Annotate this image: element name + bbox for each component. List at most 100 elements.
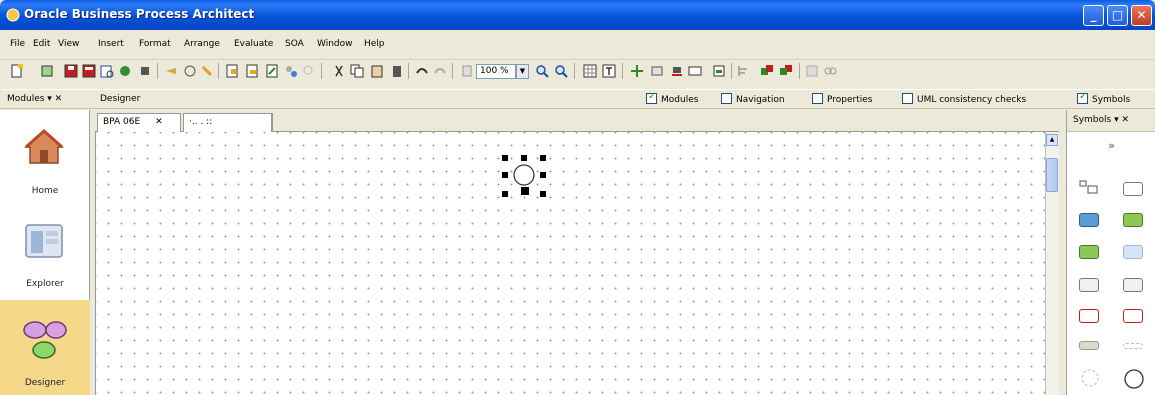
tab-close-icon[interactable]: ✕ <box>155 117 163 127</box>
font-icon[interactable] <box>670 64 684 78</box>
checkbox-navigation-box[interactable] <box>721 93 732 104</box>
house-icon <box>24 128 64 164</box>
menu-insert[interactable]: Insert <box>98 39 124 49</box>
module-explorer[interactable]: Explorer <box>0 205 90 300</box>
menu-view[interactable]: View <box>58 39 79 49</box>
symbol-red-subprocess[interactable] <box>1123 309 1143 323</box>
module-home-label: Home <box>31 186 59 196</box>
scroll-thumb[interactable] <box>1046 158 1058 192</box>
assignment-icon[interactable] <box>284 64 298 78</box>
align-icon[interactable] <box>650 64 664 78</box>
insert-occurrence-icon[interactable] <box>245 64 259 78</box>
menu-edit[interactable]: Edit <box>33 39 50 49</box>
scroll-up-arrow[interactable]: ▲ <box>1046 134 1058 146</box>
fill-color-icon[interactable] <box>688 64 702 78</box>
find-icon[interactable] <box>138 64 152 78</box>
symbol-start-event-icon[interactable] <box>1080 368 1100 388</box>
minimize-button[interactable]: _ <box>1083 5 1104 26</box>
bring-front-icon[interactable] <box>760 64 774 78</box>
checkbox-symbols[interactable]: Symbols <box>1077 91 1130 105</box>
symbol-light-blue-task[interactable] <box>1123 245 1143 259</box>
tab-dots: ·.. . :: <box>189 117 213 127</box>
menu-bar: File Edit View Insert Format Arrange Eva… <box>0 30 1155 60</box>
maximize-button[interactable]: □ <box>1107 5 1128 26</box>
designer-canvas[interactable] <box>95 132 1045 395</box>
checkbox-modules-box[interactable] <box>646 91 657 104</box>
insert-object-icon[interactable] <box>225 64 239 78</box>
search-icon[interactable] <box>302 64 316 78</box>
designer-title: Designer <box>100 94 141 104</box>
menu-file[interactable]: File <box>10 39 25 49</box>
menu-soa[interactable]: SOA <box>285 39 304 49</box>
checkbox-uml-consistency[interactable]: UML consistency checks <box>902 93 1026 105</box>
save-all-icon[interactable] <box>82 64 96 78</box>
new-model-icon[interactable] <box>40 64 54 78</box>
symbols-pane-header: Symbols ▾ ✕ <box>1067 110 1155 132</box>
align-left-icon[interactable] <box>737 64 751 78</box>
checkbox-properties[interactable]: Properties <box>812 93 872 105</box>
delete-icon[interactable] <box>390 64 404 78</box>
symbol-rectangle[interactable] <box>1123 182 1143 196</box>
tab-label: BPA 06E <box>103 117 141 127</box>
module-designer[interactable]: Designer <box>0 300 90 395</box>
checkbox-uml-box[interactable] <box>902 93 913 104</box>
checkbox-modules[interactable]: Modules <box>646 91 698 105</box>
distribute-icon[interactable] <box>712 64 726 78</box>
print-preview-icon[interactable] <box>100 64 114 78</box>
info-icon[interactable] <box>183 64 197 78</box>
cut-icon[interactable] <box>332 64 346 78</box>
zoom-out-icon[interactable] <box>554 64 568 78</box>
menu-format[interactable]: Format <box>139 39 171 49</box>
module-designer-label: Designer <box>24 378 66 388</box>
group-icon[interactable] <box>805 64 819 78</box>
tab-bpa-06e[interactable]: BPA 06E ✕ <box>97 113 181 132</box>
send-back-icon[interactable] <box>779 64 793 78</box>
symbol-gray-task[interactable] <box>1079 278 1099 292</box>
more-tools-icon[interactable] <box>823 64 837 78</box>
zoom-dropdown[interactable]: ▼ <box>516 64 529 79</box>
checkbox-symbols-box[interactable] <box>1077 91 1088 104</box>
paste-icon[interactable] <box>370 64 384 78</box>
new-icon[interactable] <box>10 64 24 78</box>
copy-icon[interactable] <box>350 64 364 78</box>
symbol-end-event-icon[interactable] <box>1123 368 1145 390</box>
text-icon[interactable] <box>602 64 616 78</box>
module-home[interactable]: Home <box>0 110 90 205</box>
checkbox-properties-box[interactable] <box>812 93 823 104</box>
symbol-bar[interactable] <box>1079 341 1099 350</box>
checkbox-navigation[interactable]: Navigation <box>721 93 785 105</box>
layout-icon[interactable] <box>630 64 644 78</box>
symbols-pane: Symbols ▾ ✕ » <box>1066 110 1155 395</box>
save-icon[interactable] <box>64 64 78 78</box>
menu-evaluate[interactable]: Evaluate <box>234 39 273 49</box>
zoom-input[interactable]: 100 % <box>476 64 516 79</box>
symbols-more-button[interactable]: » <box>1067 132 1155 160</box>
symbol-green-task[interactable] <box>1079 245 1099 259</box>
modules-pane-title: Modules ▾ ✕ <box>7 94 63 104</box>
symbol-blue-activity[interactable] <box>1079 213 1099 227</box>
symbol-green-activity[interactable] <box>1123 213 1143 227</box>
link-icon[interactable] <box>200 64 214 78</box>
symbol-lane[interactable] <box>1079 180 1099 194</box>
zoom-in-icon[interactable] <box>535 64 549 78</box>
event-symbol-selected[interactable] <box>500 153 548 199</box>
insert-connection-icon[interactable] <box>265 64 279 78</box>
menu-help[interactable]: Help <box>364 39 385 49</box>
explorer-icon <box>25 224 63 258</box>
designer-icon <box>23 321 67 359</box>
properties-icon[interactable] <box>118 64 132 78</box>
module-explorer-label: Explorer <box>26 279 64 289</box>
menu-window[interactable]: Window <box>317 39 353 49</box>
format-painter-icon[interactable] <box>460 64 474 78</box>
menu-arrange[interactable]: Arrange <box>184 39 220 49</box>
symbol-annotation[interactable] <box>1123 343 1143 349</box>
grid-icon[interactable] <box>583 64 597 78</box>
title-bar: Oracle Business Process Architect _ □ ✕ <box>0 0 1155 30</box>
undo-icon[interactable] <box>415 64 429 78</box>
redo-icon[interactable] <box>433 64 447 78</box>
navigate-back-icon[interactable] <box>164 64 178 78</box>
tab-untitled[interactable]: ·.. . :: <box>183 113 273 132</box>
symbol-gray-subprocess[interactable] <box>1123 278 1143 292</box>
symbol-red-task[interactable] <box>1079 309 1099 323</box>
close-button[interactable]: ✕ <box>1131 5 1152 26</box>
